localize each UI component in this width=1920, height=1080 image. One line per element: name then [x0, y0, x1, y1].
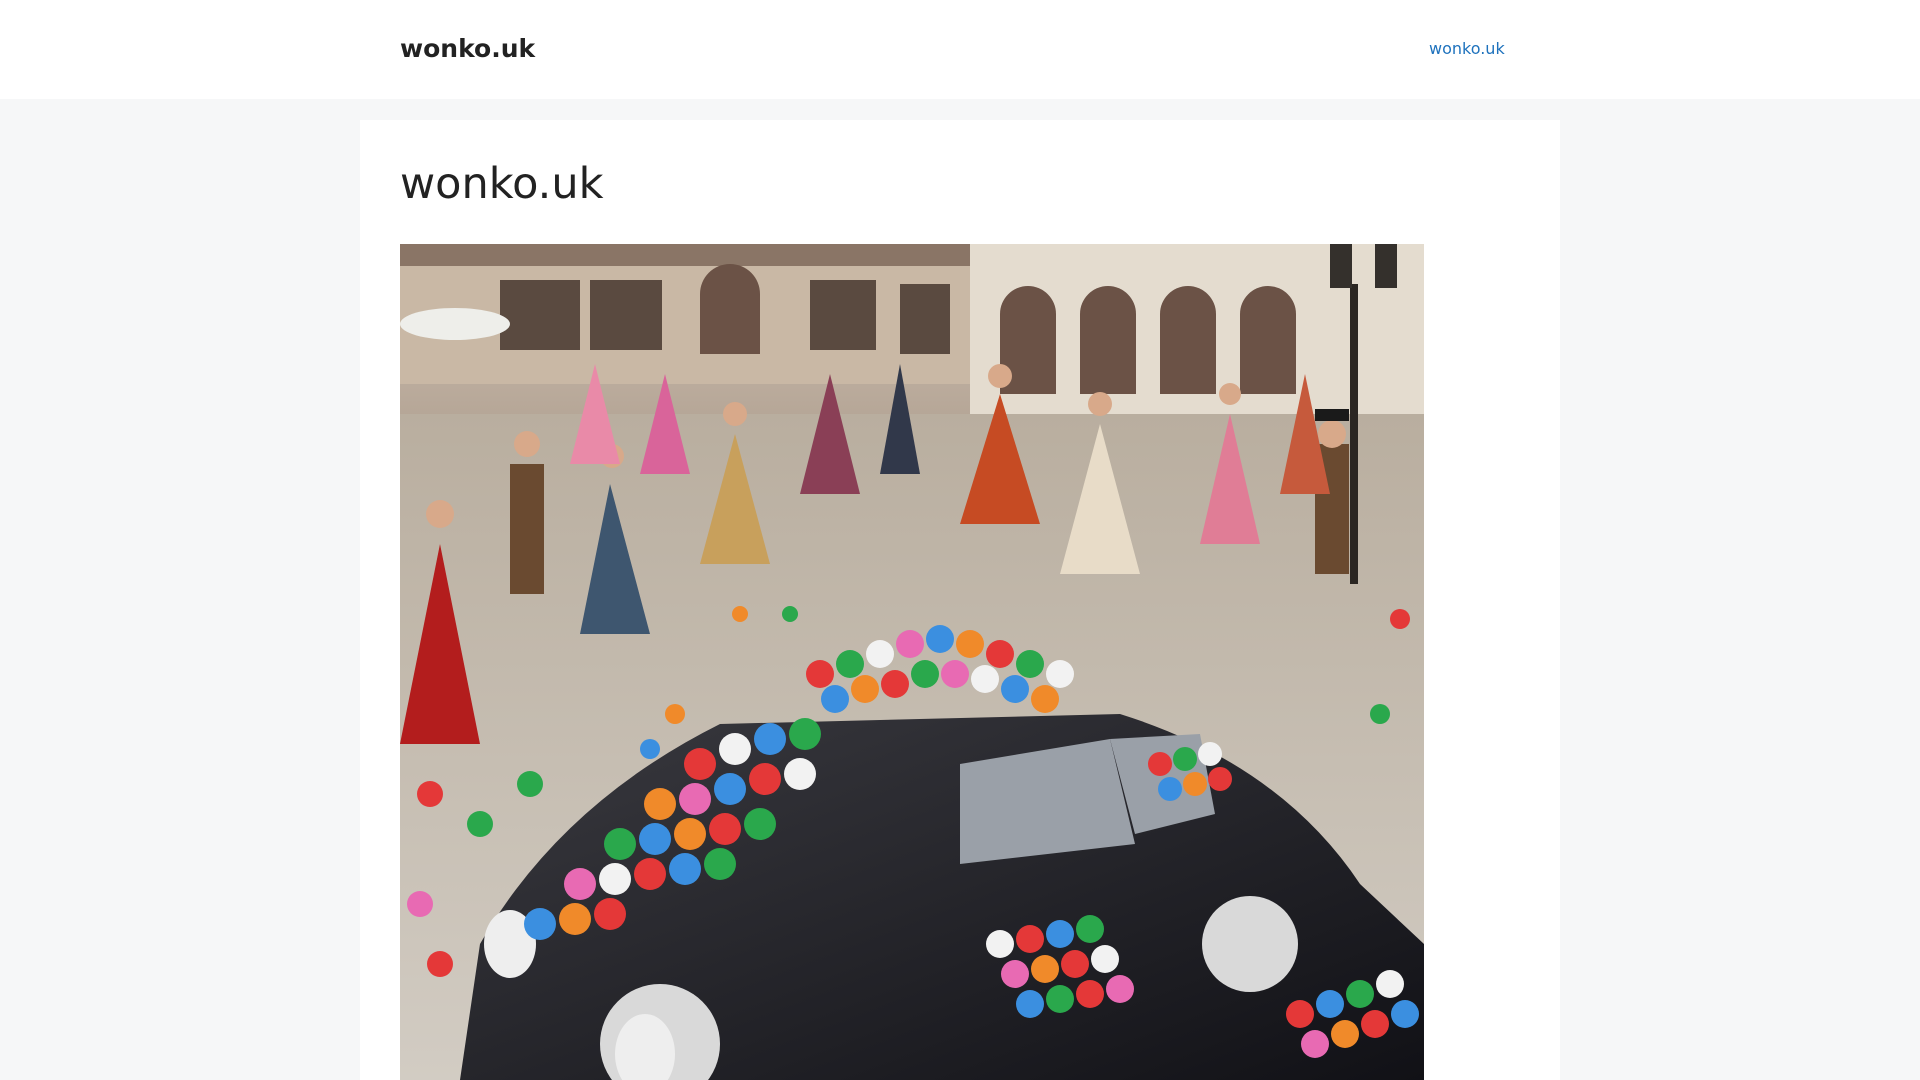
image-icon	[400, 244, 1424, 1080]
site-title-link[interactable]: wonko.uk	[400, 33, 535, 65]
content-area: wonko.uk	[360, 120, 1560, 1080]
nav-item-home[interactable]: wonko.uk	[1429, 39, 1505, 59]
page-title: wonko.uk	[400, 159, 604, 209]
featured-image	[400, 244, 1424, 1080]
site-header: wonko.uk wonko.uk	[0, 0, 1920, 99]
